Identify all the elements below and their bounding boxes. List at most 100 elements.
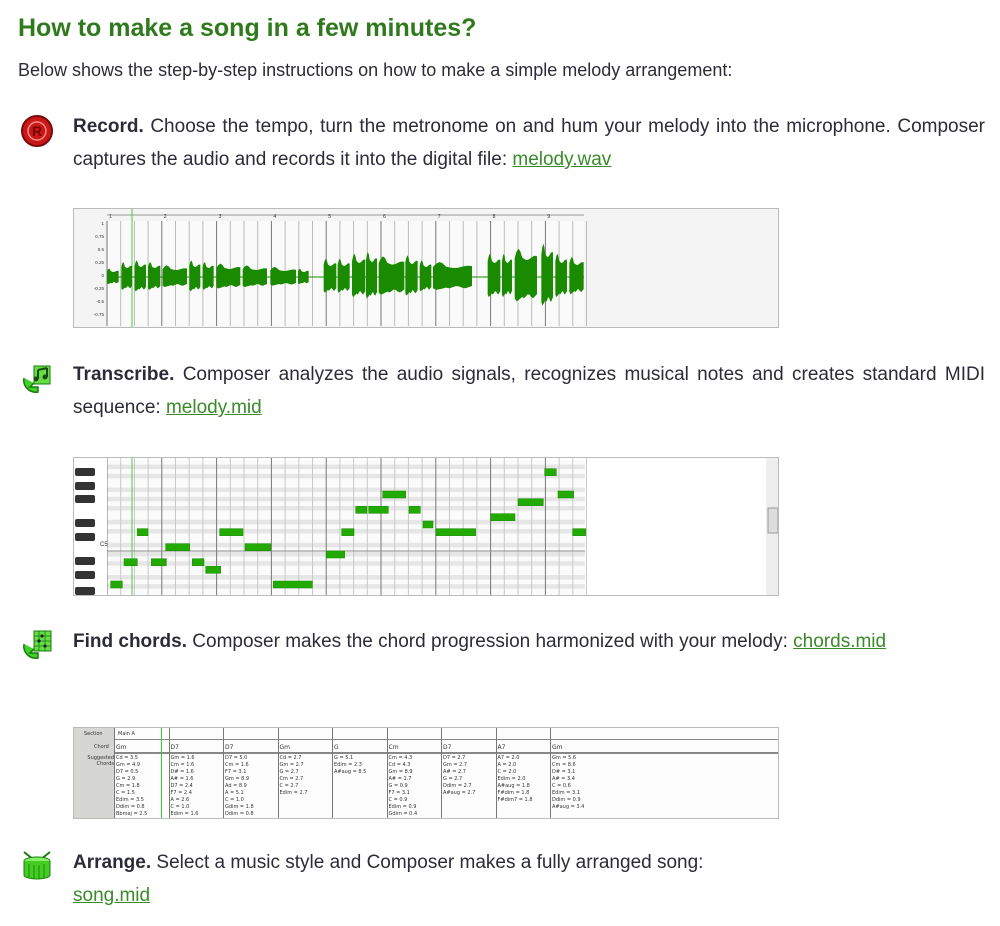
suggested-chord: F#dim = 1.8 bbox=[497, 790, 530, 796]
transcribe-icon bbox=[23, 365, 51, 393]
chords-mid-link[interactable]: chords.mid bbox=[793, 631, 886, 652]
step-text: Composer makes the chord progression har… bbox=[187, 631, 794, 652]
chord-cell[interactable]: D7 bbox=[443, 744, 451, 751]
suggested-chord: F7 = 3.1 bbox=[388, 790, 410, 796]
step-text: Select a music style and Composer makes … bbox=[151, 852, 704, 873]
suggested-chord: D7 = 0.5 bbox=[116, 769, 139, 775]
column-divider bbox=[386, 728, 388, 818]
suggested-chord: Cm = 1.6 bbox=[170, 762, 195, 768]
chord-cell[interactable]: A7 bbox=[498, 744, 506, 751]
suggested-chord: Edim = 2.7 bbox=[279, 790, 308, 796]
lane bbox=[107, 593, 585, 595]
suggested-chord: Cm = 1.8 bbox=[116, 783, 140, 789]
waveform-view: 1 2 3 4 5 6 7 8 910.750.50.250-0.25-0.5-0.75 bbox=[74, 209, 778, 327]
suggested-chord: Gm = 2.7 bbox=[279, 762, 304, 768]
black-key bbox=[75, 587, 95, 595]
suggested-chord: G = 2.9 bbox=[116, 776, 136, 782]
lane bbox=[107, 506, 585, 511]
lane bbox=[107, 483, 585, 488]
suggested-label: Suggested Chords bbox=[87, 755, 114, 767]
column-divider bbox=[168, 728, 170, 818]
suggested-chord: Cd = 3.5 bbox=[116, 755, 138, 761]
melody-mid-link[interactable]: melody.mid bbox=[166, 397, 262, 418]
midi-note bbox=[326, 550, 345, 559]
suggested-chord: Gm = 2.7 bbox=[443, 762, 468, 768]
y-tick: 0.75 bbox=[95, 234, 104, 239]
suggested-chord: F7 = 2.4 bbox=[170, 790, 192, 796]
lane bbox=[107, 492, 585, 497]
midi-note bbox=[557, 490, 574, 499]
suggested-chord: A# = 2.7 bbox=[443, 769, 466, 775]
c5-label: C5 bbox=[100, 542, 108, 548]
midi-note bbox=[435, 528, 476, 536]
suggested-chord: G = 2.7 bbox=[443, 776, 463, 782]
lane bbox=[107, 487, 585, 493]
suggested-chord: A#aug = 8.5 bbox=[334, 769, 367, 775]
lane bbox=[107, 538, 585, 543]
suggested-chord: G = 0.9 bbox=[388, 783, 408, 789]
suggested-chord: Gdim = 1.8 bbox=[225, 804, 254, 810]
y-tick: 0.25 bbox=[95, 260, 104, 265]
suggested-chord: D7 = 2.7 bbox=[443, 755, 466, 761]
section-label: Section bbox=[84, 731, 103, 737]
midi-note bbox=[273, 580, 313, 589]
chord-cell[interactable]: D7 bbox=[225, 744, 233, 751]
suggested-chord: C = 1.5 bbox=[116, 790, 135, 796]
suggested-chords: Gm = 1.6 Cm = 1.6 D# = 1.6 A# = 1.6 D7 = 2.4… bbox=[171, 755, 199, 818]
lane bbox=[107, 588, 585, 594]
bar-number: 5 bbox=[328, 214, 331, 220]
suggested-chord: A = 2.0 bbox=[497, 762, 517, 768]
section-value: Main A bbox=[118, 731, 135, 737]
lane bbox=[107, 473, 585, 479]
arrange-drum-icon bbox=[23, 851, 51, 880]
midi-note bbox=[137, 528, 149, 536]
suggested-chord: Ddim = 0.9 bbox=[552, 797, 581, 803]
step-arrange: Arrange. Select a music style and Compos… bbox=[73, 846, 833, 912]
bar-number: 8 bbox=[493, 214, 496, 220]
bar-number: 4 bbox=[273, 214, 276, 220]
suggested-chord: D7 = 5.0 bbox=[225, 755, 248, 761]
song-mid-link[interactable]: song.mid bbox=[73, 885, 150, 906]
melody-wav-link[interactable]: melody.wav bbox=[512, 149, 611, 170]
column-divider bbox=[223, 728, 224, 818]
step-transcribe: Transcribe. Composer analyzes the audio … bbox=[73, 358, 985, 424]
midi-note bbox=[368, 506, 389, 514]
step-heading: Record. bbox=[73, 116, 144, 137]
suggested-chord: Gm = 8.9 bbox=[388, 769, 413, 775]
scrollbar-thumb bbox=[767, 507, 778, 534]
chord-cell[interactable]: D7 bbox=[171, 744, 179, 751]
black-key bbox=[75, 482, 95, 490]
suggested-chord: F7 = 3.1 bbox=[225, 769, 247, 775]
suggested-chord: Cm = 1.6 bbox=[225, 762, 249, 768]
suggested-chords: Cd = 2.7 Gm = 2.7 G = 2.7 Cm = 2.7 C = 2.7 Ed… bbox=[280, 755, 308, 797]
midi-note bbox=[355, 506, 368, 514]
bar-number: 7 bbox=[438, 214, 441, 220]
step-heading: Find chords. bbox=[73, 631, 187, 652]
suggested-chord: Ad = 8.9 bbox=[225, 783, 247, 789]
midi-note bbox=[341, 528, 355, 536]
suggested-chords: G = 5.1 Edim = 2.3 A#aug = 8.5 bbox=[334, 755, 366, 776]
lane bbox=[107, 496, 585, 502]
midi-note bbox=[544, 468, 557, 476]
midi-note bbox=[572, 528, 586, 536]
suggested-chord: A# = 1.6 bbox=[170, 776, 194, 782]
black-key bbox=[75, 495, 95, 503]
midi-note bbox=[490, 513, 516, 521]
chord-cell[interactable]: Gm bbox=[116, 744, 127, 751]
midi-note bbox=[123, 558, 138, 566]
chord-cell[interactable]: G bbox=[334, 744, 339, 751]
step-record: Record. Choose the tempo, turn the metro… bbox=[73, 110, 985, 176]
suggested-chord: Edim = 0.9 bbox=[388, 804, 417, 810]
black-key bbox=[75, 571, 95, 579]
chord-cell[interactable]: Cm bbox=[389, 744, 399, 751]
midi-note bbox=[151, 558, 167, 566]
chord-cell[interactable]: Gm bbox=[552, 744, 563, 751]
y-tick: -0.75 bbox=[94, 312, 105, 317]
suggested-chord: Edim = 1.6 bbox=[170, 811, 199, 817]
black-key bbox=[75, 468, 95, 476]
suggested-chord: C = 2.7 bbox=[279, 783, 299, 789]
suggested-chord: A# = 3.4 bbox=[552, 776, 575, 782]
suggested-chord: A = 5.1 bbox=[225, 790, 244, 796]
chord-cell[interactable]: Gm bbox=[280, 744, 291, 751]
suggested-chord: Cm = 8.6 bbox=[552, 762, 576, 768]
